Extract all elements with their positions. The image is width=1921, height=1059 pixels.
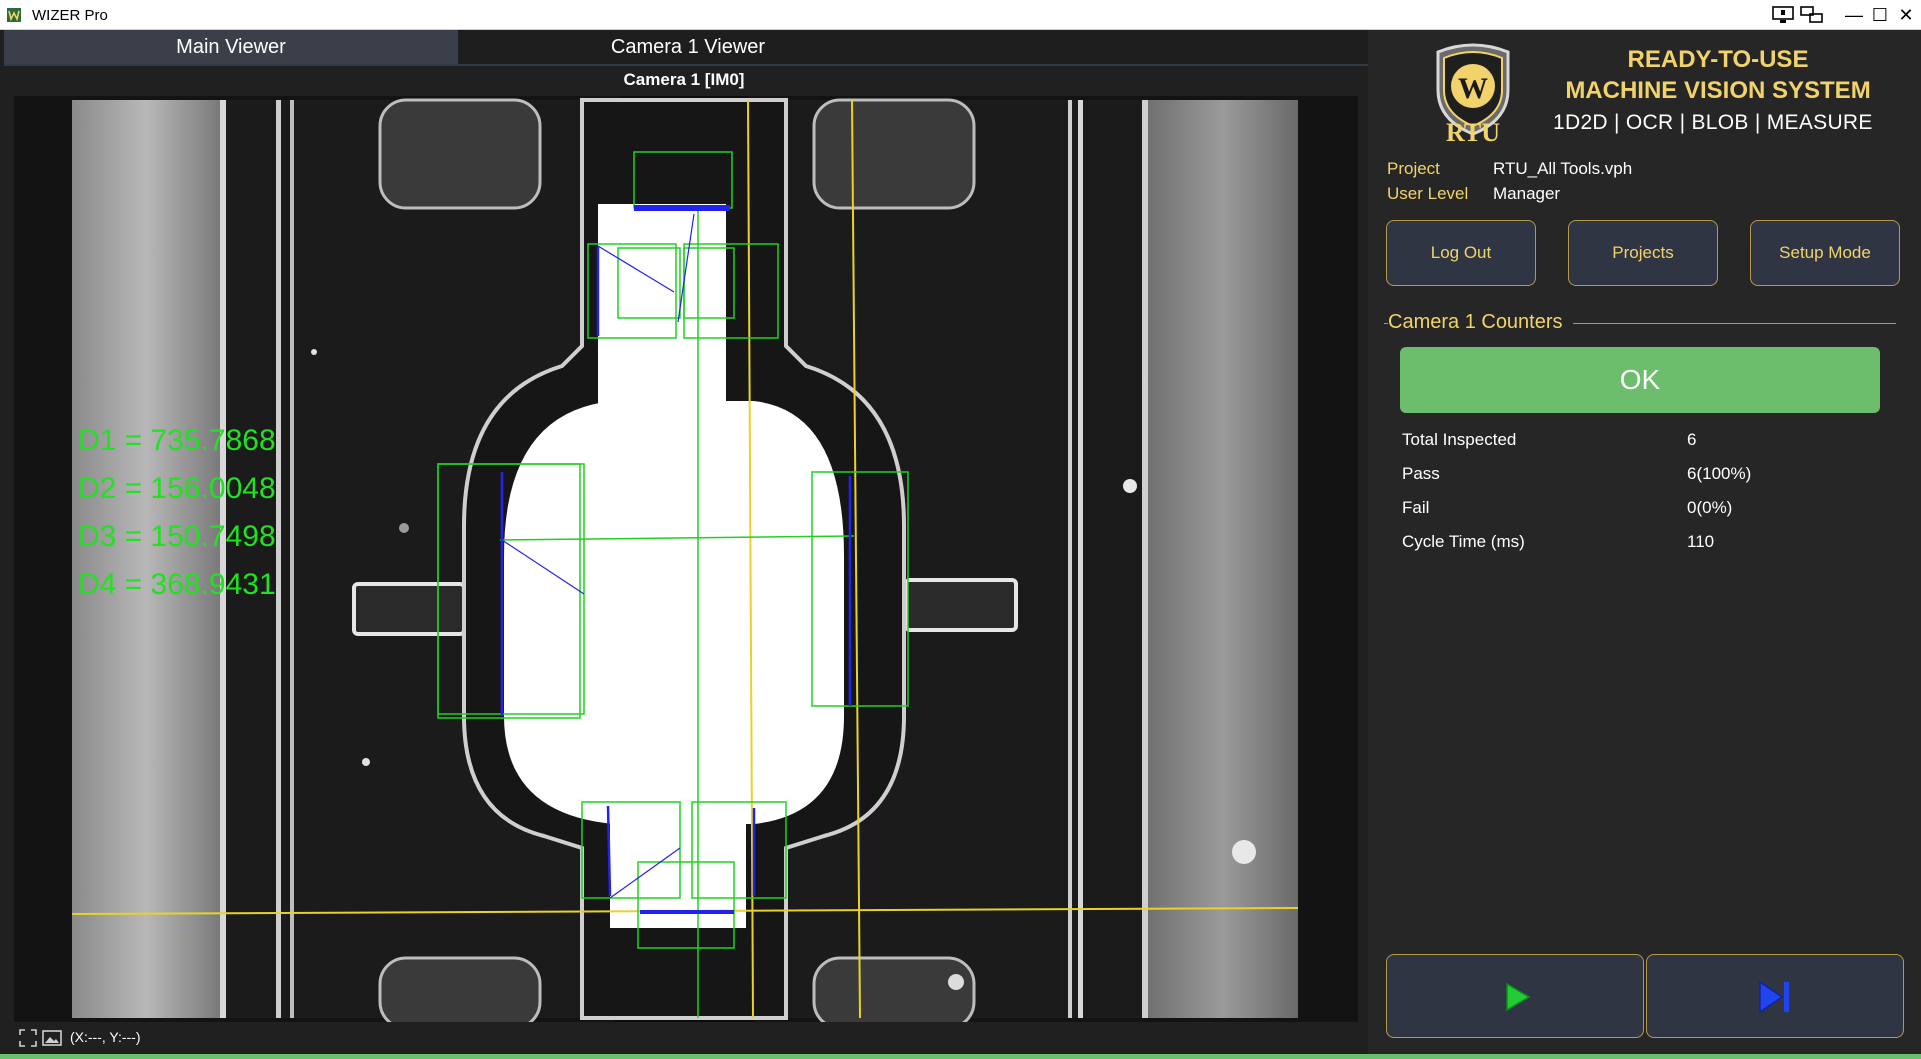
maximize-button[interactable]: ☐	[1868, 4, 1892, 26]
user-level-label: User Level	[1387, 184, 1469, 203]
logo-text: RTU	[1446, 118, 1500, 142]
play-icon	[1506, 982, 1531, 1012]
tab-camera-1-viewer[interactable]: Camera 1 Viewer	[458, 30, 918, 64]
single-step-button[interactable]	[1646, 954, 1904, 1038]
camera-label: Camera 1 [IM0]	[623, 70, 745, 89]
counter-value-cycle: 110	[1687, 532, 1715, 551]
network-icon[interactable]	[1800, 6, 1824, 24]
measurement-d4: D4 = 368.9431	[78, 568, 276, 601]
title-bar: WIZER Pro — ☐ ✕	[0, 0, 1921, 30]
fit-view-icon[interactable]	[18, 1028, 38, 1048]
run-button[interactable]	[1386, 954, 1644, 1038]
app-icon	[7, 8, 21, 22]
logo-letter: W	[1458, 72, 1488, 105]
counter-value-total: 6	[1687, 430, 1697, 449]
inspection-image	[71, 96, 1299, 1022]
tab-main-viewer[interactable]: Main Viewer	[4, 30, 458, 64]
counter-label-cycle: Cycle Time (ms)	[1402, 532, 1525, 551]
inspection-status-badge: OK	[1400, 347, 1880, 413]
window-title: WIZER Pro	[32, 7, 108, 24]
headline-ready: READY-TO-USE	[1627, 46, 1809, 73]
counter-label-total: Total Inspected	[1402, 430, 1517, 449]
viewer-tab-bar: Main Viewer Camera 1 Viewer	[4, 30, 1368, 66]
project-value: RTU_All Tools.vph	[1493, 159, 1633, 178]
minimize-button[interactable]: —	[1842, 4, 1866, 26]
image-icon[interactable]	[42, 1028, 62, 1048]
projects-button[interactable]: Projects	[1568, 220, 1718, 286]
counters-title: Camera 1 Counters	[1388, 311, 1573, 334]
remote-desktop-icon[interactable]	[1772, 6, 1794, 24]
control-panel: W RTU READY-TO-USE MACHINE VISION SYSTEM…	[1368, 30, 1921, 1054]
bottom-status-strip	[0, 1054, 1921, 1059]
headline-mvs: MACHINE VISION SYSTEM	[1565, 77, 1871, 104]
user-level-value: Manager	[1493, 184, 1561, 203]
rtu-logo: W RTU	[1436, 43, 1510, 142]
measurement-d1: D1 = 735.7868	[78, 424, 276, 457]
status-bar: (X:---, Y:---)	[0, 1024, 1368, 1054]
tool-list: 1D2D | OCR | BLOB | MEASURE	[1553, 111, 1873, 134]
measurement-d2: D2 = 156.0048	[78, 472, 276, 505]
project-label: Project	[1387, 159, 1440, 178]
setup-mode-button[interactable]: Setup Mode	[1750, 220, 1900, 286]
measurement-d3: D3 = 150.7498	[78, 520, 276, 553]
counter-label-fail: Fail	[1402, 498, 1430, 517]
counter-value-pass: 6(100%)	[1687, 464, 1752, 483]
close-button[interactable]: ✕	[1894, 4, 1918, 26]
step-forward-icon	[1759, 980, 1789, 1014]
counter-value-fail: 0(0%)	[1687, 498, 1733, 517]
camera-image-view[interactable]: D1 = 735.7868 D2 = 156.0048 D3 = 150.749…	[14, 96, 1358, 1022]
counter-label-pass: Pass	[1402, 464, 1440, 483]
cursor-coordinates: (X:---, Y:---)	[70, 1029, 141, 1045]
log-out-button[interactable]: Log Out	[1386, 220, 1536, 286]
